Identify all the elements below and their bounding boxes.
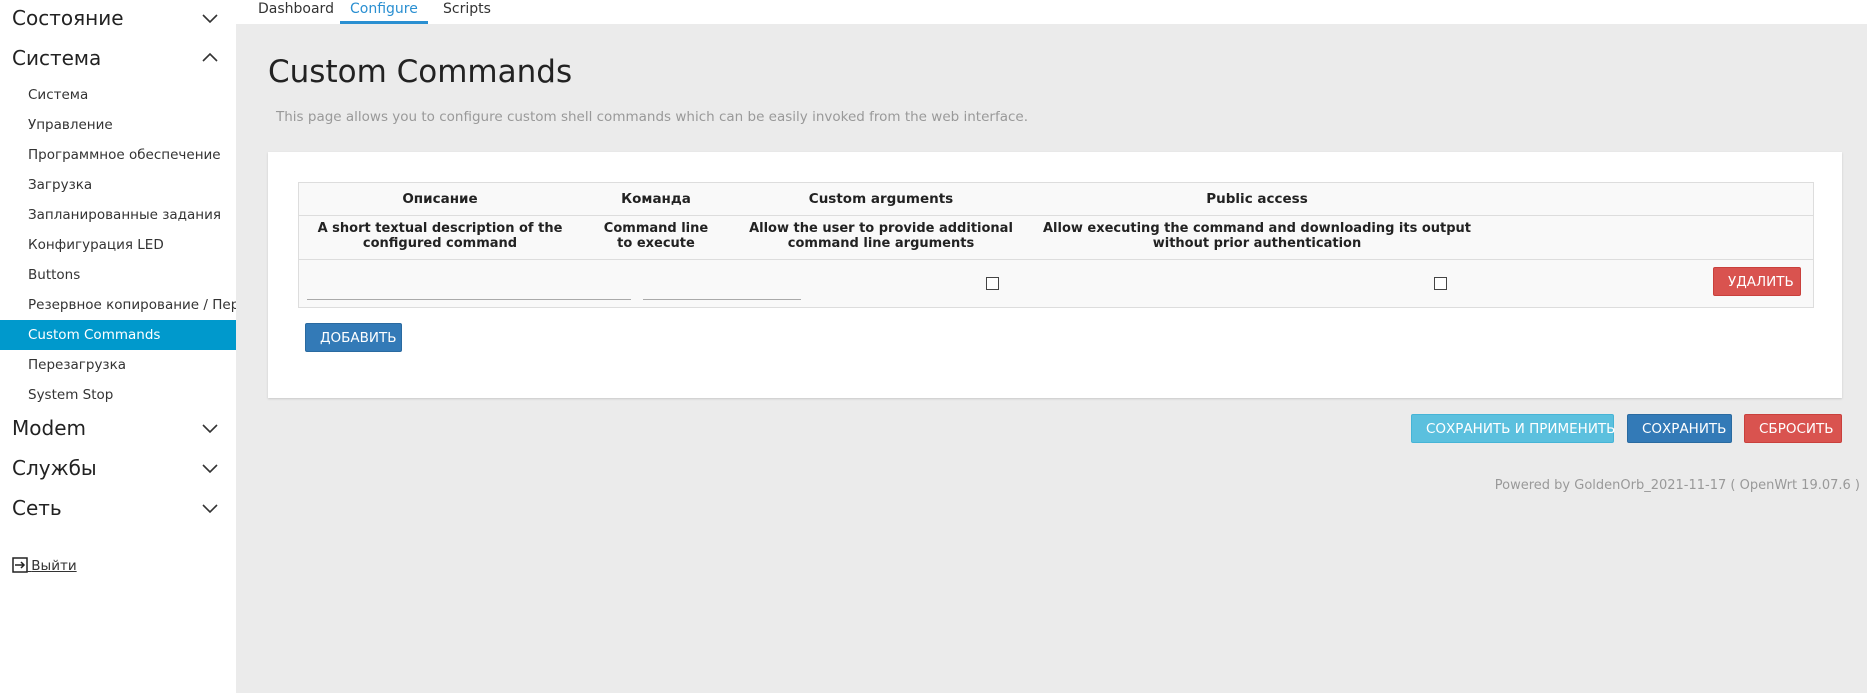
tab-dashboard[interactable]: Dashboard — [258, 0, 334, 22]
footer-text: Powered by GoldenOrb_2021-11-17 ( OpenWr… — [1494, 478, 1860, 493]
custom-arguments-checkbox[interactable] — [986, 277, 999, 290]
sidebar-section-label: Modem — [12, 416, 86, 440]
save-apply-button[interactable]: СОХРАНИТЬ И ПРИМЕНИТЬ — [1411, 414, 1615, 443]
sidebar-section-system[interactable]: Система — [0, 40, 236, 80]
sidebar-section-network[interactable]: Сеть — [0, 490, 236, 530]
column-header-public-access: Public access — [1206, 191, 1308, 207]
sidebar-item-software[interactable]: Программное обеспечение — [0, 140, 236, 170]
chevron-up-icon — [202, 52, 218, 62]
command-input[interactable] — [643, 277, 801, 300]
column-desc-custom-arguments: Allow the user to provide additional com… — [749, 221, 1013, 251]
sidebar-item-buttons[interactable]: Buttons — [0, 260, 236, 290]
sidebar-section-services[interactable]: Службы — [0, 450, 236, 490]
sidebar-section-status[interactable]: Состояние — [0, 0, 236, 40]
tab-scripts[interactable]: Scripts — [443, 0, 491, 22]
page-title: Custom Commands — [268, 54, 573, 90]
sidebar: Состояние Система Система Управление Про… — [0, 0, 236, 693]
table-divider — [299, 259, 1813, 260]
logout-icon — [12, 557, 28, 573]
reset-button[interactable]: СБРОСИТЬ — [1744, 414, 1842, 443]
column-desc-description: A short textual description of the confi… — [317, 221, 563, 251]
sidebar-section-label: Состояние — [12, 6, 124, 30]
sidebar-item-system[interactable]: Система — [0, 80, 236, 110]
add-button[interactable]: ДОБАВИТЬ — [305, 323, 402, 352]
column-desc-command: Command line to execute — [603, 221, 709, 251]
description-input[interactable] — [307, 277, 631, 300]
page-description: This page allows you to configure custom… — [276, 109, 1028, 125]
column-header-custom-arguments: Custom arguments — [808, 191, 954, 207]
chevron-down-icon — [202, 14, 218, 24]
sidebar-item-scheduled-tasks[interactable]: Запланированные задания — [0, 200, 236, 230]
public-access-checkbox[interactable] — [1434, 277, 1447, 290]
sidebar-item-backup-flash[interactable]: Резервное копирование / Перепрошивка — [0, 290, 236, 320]
delete-button[interactable]: УДАЛИТЬ — [1713, 267, 1801, 296]
sidebar-section-modem[interactable]: Modem — [0, 410, 236, 450]
logout-label: Выйти — [31, 558, 77, 574]
table-divider — [299, 215, 1813, 216]
chevron-down-icon — [202, 424, 218, 434]
sidebar-item-startup[interactable]: Загрузка — [0, 170, 236, 200]
sidebar-item-reboot[interactable]: Перезагрузка — [0, 350, 236, 380]
chevron-down-icon — [202, 504, 218, 514]
chevron-down-icon — [202, 464, 218, 474]
save-button[interactable]: СОХРАНИТЬ — [1627, 414, 1732, 443]
column-header-command: Команда — [621, 191, 691, 207]
sidebar-item-led-config[interactable]: Конфигурация LED — [0, 230, 236, 260]
logout-link[interactable]: Выйти — [12, 557, 77, 574]
sidebar-item-administration[interactable]: Управление — [0, 110, 236, 140]
commands-table: Описание Команда Custom arguments Public… — [298, 182, 1814, 308]
system-submenu: Система Управление Программное обеспечен… — [0, 80, 236, 410]
tab-configure[interactable]: Configure — [340, 0, 428, 24]
sidebar-section-label: Система — [12, 46, 102, 70]
tab-bar: Dashboard Configure Scripts — [236, 0, 1867, 24]
column-desc-public-access: Allow executing the command and download… — [1042, 221, 1472, 251]
commands-panel: Описание Команда Custom arguments Public… — [268, 152, 1842, 398]
sidebar-item-system-stop[interactable]: System Stop — [0, 380, 236, 410]
sidebar-section-label: Службы — [12, 456, 97, 480]
main-content: Dashboard Configure Scripts Custom Comma… — [236, 0, 1867, 693]
sidebar-item-custom-commands[interactable]: Custom Commands — [0, 320, 236, 350]
sidebar-section-label: Сеть — [12, 496, 62, 520]
column-header-description: Описание — [402, 191, 478, 207]
